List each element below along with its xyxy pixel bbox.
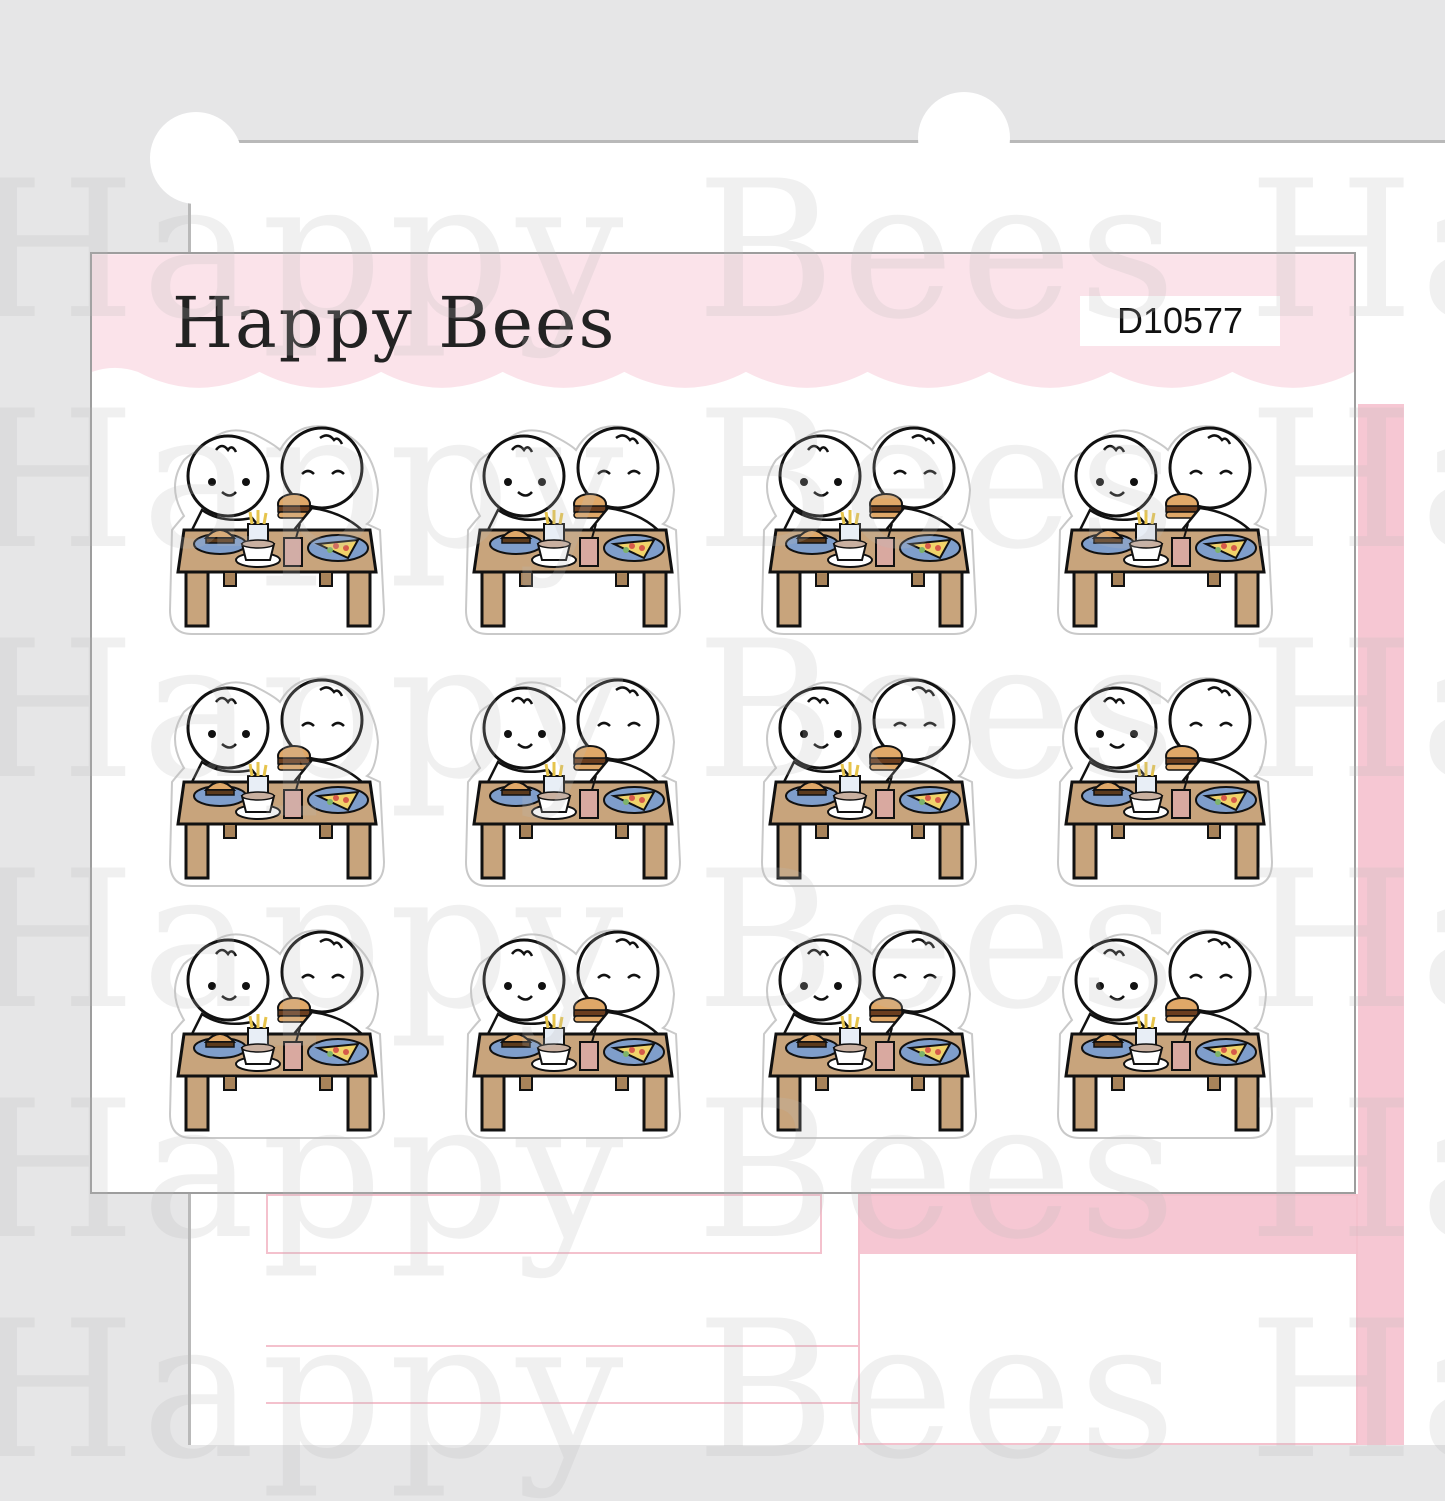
brand-logo-text: Happy Bees [172, 282, 617, 364]
sticker-8 [1050, 672, 1280, 904]
sticker-9 [162, 924, 392, 1156]
sticker-3 [754, 420, 984, 652]
pink-planner-line [266, 1402, 858, 1404]
pink-planner-outline [266, 1194, 822, 1254]
sticker-sheet: Happy Bees D10577 [90, 252, 1356, 1194]
sticker-2 [458, 420, 688, 652]
punch-hole [150, 112, 242, 204]
sticker-12 [1050, 924, 1280, 1156]
punch-hole [918, 92, 1010, 184]
sticker-4 [1050, 420, 1280, 652]
sticker-1 [162, 420, 392, 652]
pink-planner-bar [1358, 404, 1404, 1445]
sticker-7 [754, 672, 984, 904]
sticker-6 [458, 672, 688, 904]
product-code-label: D10577 [1080, 296, 1280, 346]
sticker-5 [162, 672, 392, 904]
pink-planner-line [266, 1345, 858, 1347]
sticker-11 [754, 924, 984, 1156]
sticker-10 [458, 924, 688, 1156]
pink-planner-outline [858, 1194, 1358, 1445]
